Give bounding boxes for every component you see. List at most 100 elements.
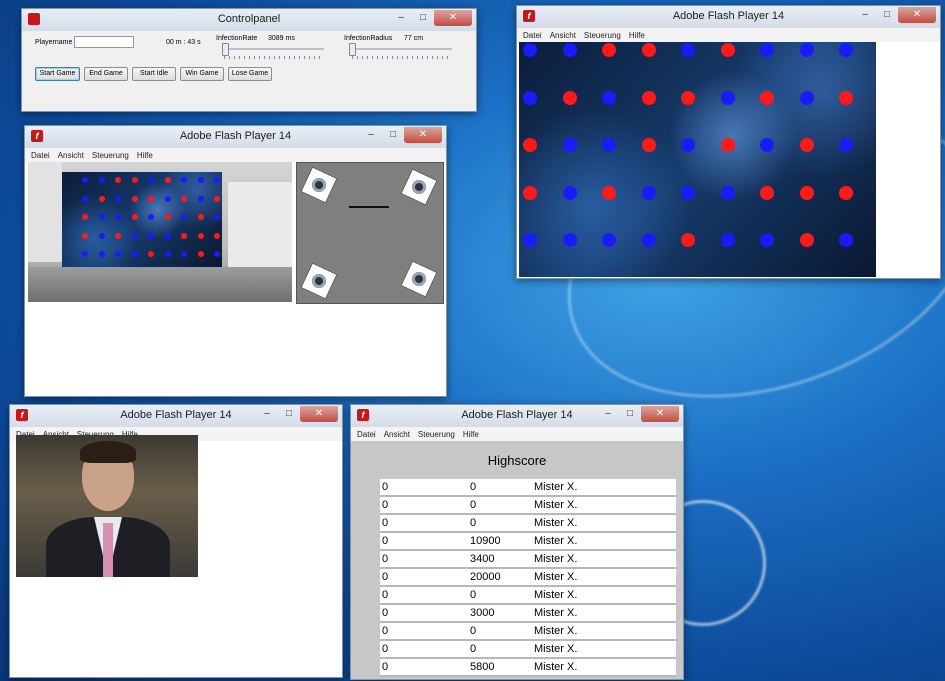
close-button[interactable]: ✕ <box>434 10 472 26</box>
win-game-button[interactable]: Win Game <box>180 67 224 81</box>
spotlight-top-left[interactable] <box>300 166 338 204</box>
maximize-button[interactable]: □ <box>412 10 434 26</box>
presenter-hair <box>80 441 136 463</box>
highscore-rank: 0 <box>380 622 468 641</box>
highscore-rank: 0 <box>380 586 468 605</box>
minimize-button[interactable]: – <box>360 127 382 143</box>
highscore-score: 0 <box>468 514 532 533</box>
menu-hilfe[interactable]: Hilfe <box>463 430 479 439</box>
healthy-cell-dot <box>82 251 88 257</box>
window-titlebar[interactable]: f Adobe Flash Player 14 – □ ✕ <box>25 126 446 148</box>
presenter-tie <box>103 523 113 577</box>
healthy-cell-dot <box>148 177 154 183</box>
highscore-score: 0 <box>468 479 532 497</box>
room-window <box>228 182 292 272</box>
healthy-cell-dot <box>602 138 616 152</box>
spotlight-top-right[interactable] <box>400 168 438 206</box>
menu-datei[interactable]: Datei <box>31 151 50 160</box>
maximize-button[interactable]: □ <box>876 7 898 23</box>
menu-steuerung[interactable]: Steuerung <box>584 31 621 40</box>
infected-cell-dot <box>131 195 138 202</box>
start-idle-button[interactable]: Start Idle <box>132 67 176 81</box>
healthy-cell-dot <box>197 177 204 183</box>
healthy-cell-dot <box>181 251 187 257</box>
highscore-rank: 0 <box>380 496 468 515</box>
healthy-cell-dot <box>720 90 735 105</box>
infection-radius-slider-track[interactable] <box>350 48 452 50</box>
infected-cell-dot <box>760 185 774 200</box>
highscore-row: 0 20000 Mister X. <box>380 568 676 587</box>
infection-rate-slider-thumb[interactable] <box>222 43 229 56</box>
highscore-rank: 0 <box>380 514 468 533</box>
menu-hilfe[interactable]: Hilfe <box>137 151 153 160</box>
close-button[interactable]: ✕ <box>641 406 679 422</box>
menu-hilfe[interactable]: Hilfe <box>629 31 645 40</box>
minimize-button[interactable]: – <box>390 10 412 26</box>
playername-input[interactable] <box>74 36 134 48</box>
room-wall-left <box>28 162 62 262</box>
menu-ansicht[interactable]: Ansicht <box>550 31 576 40</box>
menu-ansicht[interactable]: Ansicht <box>384 430 410 439</box>
infection-rate-slider-track[interactable] <box>222 48 324 50</box>
menu-steuerung[interactable]: Steuerung <box>92 151 129 160</box>
infection-radius-value: 77 cm <box>404 35 424 42</box>
minimize-button[interactable]: – <box>854 7 876 23</box>
flash-window-highscore: f Adobe Flash Player 14 – □ ✕ Datei Ansi… <box>350 404 684 680</box>
infected-cell-dot <box>799 185 814 200</box>
highscore-score: 20000 <box>468 568 532 587</box>
healthy-cell-dot <box>164 232 171 239</box>
menu-bar: Datei Ansicht Steuerung Hilfe <box>25 148 446 162</box>
maximize-button[interactable]: □ <box>619 406 641 422</box>
infected-cell-dot <box>148 251 154 257</box>
status-bar-line <box>349 206 389 208</box>
window-titlebar[interactable]: f Adobe Flash Player 14 – □ ✕ <box>351 405 683 427</box>
highscore-player: Mister X. <box>532 622 676 641</box>
menu-datei[interactable]: Datei <box>357 430 376 439</box>
flash-stage <box>25 162 446 396</box>
healthy-cell-dot <box>181 214 187 220</box>
healthy-cell-dot <box>164 251 171 257</box>
infected-cell-dot <box>562 90 577 105</box>
healthy-cell-dot <box>799 90 814 105</box>
infected-cell-dot <box>602 185 616 200</box>
highscore-score: 3400 <box>468 550 532 569</box>
minimize-button[interactable]: – <box>597 406 619 422</box>
start-game-button[interactable]: Start Game <box>35 67 80 81</box>
infected-cell-dot <box>82 232 88 239</box>
spotlight-bottom-left[interactable] <box>300 262 338 300</box>
controlpanel-window: Controlpanel – □ ✕ Playername 00 m : 43 … <box>21 8 477 112</box>
infection-rate-value: 3089 ms <box>268 35 295 42</box>
menu-datei[interactable]: Datei <box>523 31 542 40</box>
maximize-button[interactable]: □ <box>382 127 404 143</box>
end-game-button[interactable]: End Game <box>84 67 128 81</box>
menu-bar: Datei Ansicht Steuerung Hilfe <box>517 28 940 42</box>
healthy-cell-dot <box>98 214 105 220</box>
infected-cell-dot <box>720 138 735 152</box>
flash-stage <box>517 42 940 278</box>
infection-radius-slider-thumb[interactable] <box>349 43 356 56</box>
spotlight-bottom-right[interactable] <box>400 260 438 298</box>
menu-steuerung[interactable]: Steuerung <box>418 430 455 439</box>
highscore-player: Mister X. <box>532 514 676 533</box>
lose-game-button[interactable]: Lose Game <box>228 67 272 81</box>
highscore-score: 0 <box>468 640 532 659</box>
highscore-row: 0 0 Mister X. <box>380 514 676 533</box>
healthy-cell-dot <box>214 251 220 257</box>
menu-bar: Datei Ansicht Steuerung Hilfe <box>351 427 683 441</box>
window-titlebar[interactable]: f Adobe Flash Player 14 – □ ✕ <box>517 6 940 28</box>
infected-cell-dot <box>148 195 154 202</box>
infected-cell-dot <box>681 233 695 247</box>
menu-ansicht[interactable]: Ansicht <box>58 151 84 160</box>
healthy-cell-dot <box>98 232 105 239</box>
highscore-player: Mister X. <box>532 658 676 677</box>
close-button[interactable]: ✕ <box>898 7 936 23</box>
highscore-rank: 0 <box>380 479 468 497</box>
highscore-row: 0 5800 Mister X. <box>380 658 676 677</box>
close-button[interactable]: ✕ <box>404 127 442 143</box>
window-titlebar[interactable]: f Adobe Flash Player 14 – □ ✕ <box>10 405 342 427</box>
minimize-button[interactable]: – <box>256 406 278 422</box>
maximize-button[interactable]: □ <box>278 406 300 422</box>
window-titlebar[interactable]: Controlpanel – □ ✕ <box>22 9 476 31</box>
highscore-table: 0 0 Mister X. 0 0 Mister X. 0 0 Mister X. 0 10900 M… <box>380 479 676 677</box>
close-button[interactable]: ✕ <box>300 406 338 422</box>
